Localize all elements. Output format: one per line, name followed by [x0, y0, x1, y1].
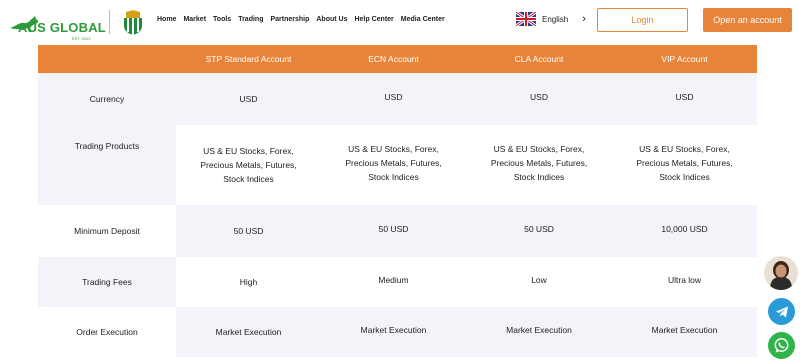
telegram-button[interactable]	[768, 298, 795, 325]
table-cell: Market Execution	[466, 307, 612, 357]
login-button[interactable]: Login	[597, 8, 688, 32]
whatsapp-button[interactable]	[768, 332, 795, 359]
column-header-stp: STP Standard Account	[205, 54, 292, 64]
header-divider	[109, 10, 110, 34]
row-label: Currency	[38, 73, 176, 125]
table-cell: Ultra low	[612, 257, 757, 307]
main-nav: Home Market Tools Trading Partnership Ab…	[157, 16, 445, 23]
table-cell: 10,000 USD	[612, 205, 757, 257]
account-comparison-table: STP Standard Account ECN Account CLA Acc…	[38, 45, 757, 357]
open-account-button[interactable]: Open an account	[703, 8, 792, 32]
table-cell: Market Execution	[176, 307, 321, 357]
row-label: Order Execution	[38, 307, 176, 357]
support-agent-avatar[interactable]	[764, 256, 798, 290]
nav-about-us[interactable]: About Us	[316, 16, 347, 23]
table-cell: US & EU Stocks, Forex, Precious Metals, …	[466, 125, 612, 205]
table-header: STP Standard Account ECN Account CLA Acc…	[38, 45, 757, 73]
table-cell: High	[176, 257, 321, 307]
row-label: Trading Fees	[38, 257, 176, 307]
language-label: English	[542, 14, 569, 24]
table-cell: Medium	[321, 257, 466, 307]
uk-flag-icon	[516, 12, 536, 26]
table-cell: US & EU Stocks, Forex, Precious Metals, …	[321, 125, 466, 205]
nav-home[interactable]: Home	[157, 16, 176, 23]
table-cell: Market Execution	[321, 307, 466, 357]
site-header: AUS GLOBAL EST. 2013 Home Market Tools T…	[0, 0, 800, 44]
nav-tools[interactable]: Tools	[213, 16, 231, 23]
aus-global-logo[interactable]: AUS GLOBAL EST. 2013	[4, 8, 106, 41]
table-cell: USD	[466, 73, 612, 125]
nav-media-center[interactable]: Media Center	[401, 16, 445, 23]
table-cell: 50 USD	[176, 205, 321, 257]
table-row-trading-products: Trading Products US & EU Stocks, Forex, …	[38, 125, 757, 205]
column-header-empty	[38, 45, 176, 73]
nav-help-center[interactable]: Help Center	[354, 16, 393, 23]
column-header-cla: CLA Account	[514, 54, 564, 64]
language-selector[interactable]: English ›	[516, 12, 586, 26]
nav-market[interactable]: Market	[183, 16, 206, 23]
table-cell: US & EU Stocks, Forex, Precious Metals, …	[612, 125, 757, 205]
table-cell: USD	[321, 73, 466, 125]
column-header-vip: VIP Account	[661, 54, 708, 64]
nav-partnership[interactable]: Partnership	[270, 16, 309, 23]
table-cell: USD	[612, 73, 757, 125]
column-header-ecn: ECN Account	[368, 54, 419, 64]
table-cell: US & EU Stocks, Forex, Precious Metals, …	[176, 125, 321, 205]
table-cell: 50 USD	[466, 205, 612, 257]
table-row-currency: Currency USD USD USD USD	[38, 73, 757, 125]
row-label: Trading Products	[38, 125, 176, 205]
brand-est: EST. 2013	[72, 36, 91, 41]
table-cell: USD	[176, 73, 321, 125]
nav-trading[interactable]: Trading	[238, 16, 263, 23]
table-row-trading-fees: Trading Fees High Medium Low Ultra low	[38, 257, 757, 307]
club-crest-icon	[124, 10, 142, 35]
table-row-minimum-deposit: Minimum Deposit 50 USD 50 USD 50 USD 10,…	[38, 205, 757, 257]
table-cell: Market Execution	[612, 307, 757, 357]
avatar-icon	[764, 256, 798, 290]
table-row-order-execution: Order Execution Market Execution Market …	[38, 307, 757, 357]
row-label: Minimum Deposit	[38, 205, 176, 257]
whatsapp-icon	[774, 338, 789, 353]
brand-name: AUS GLOBAL	[18, 20, 106, 35]
chevron-right-icon: ›	[582, 13, 586, 25]
table-cell: 50 USD	[321, 205, 466, 257]
table-cell: Low	[466, 257, 612, 307]
telegram-icon	[775, 306, 788, 317]
